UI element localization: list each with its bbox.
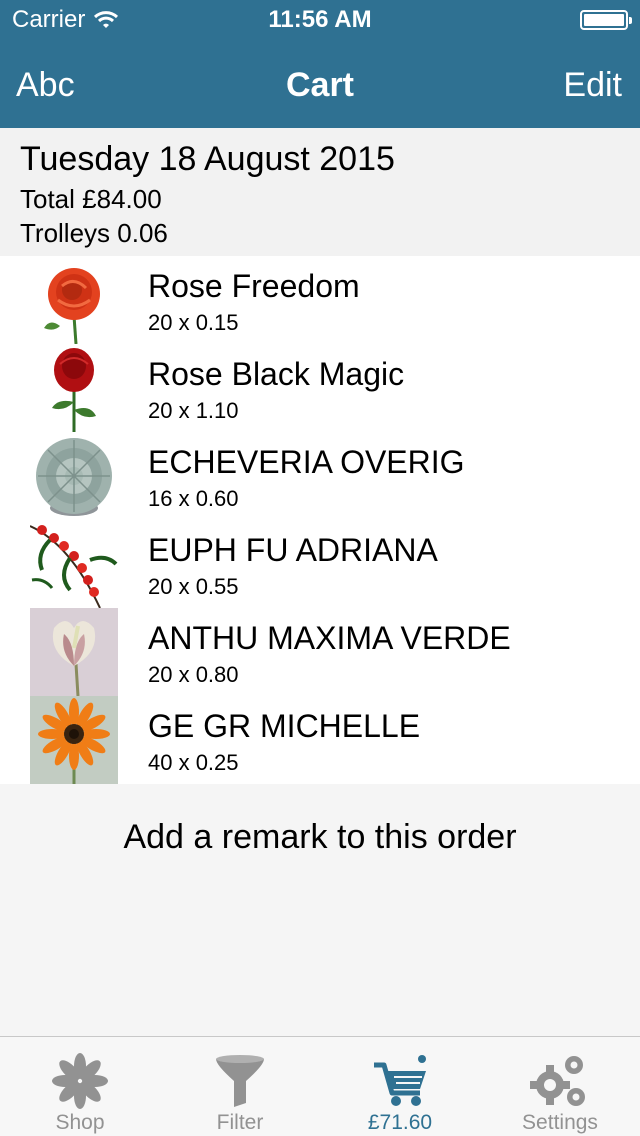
item-name: EUPH FU ADRIANA xyxy=(148,532,438,568)
battery-icon xyxy=(580,10,632,30)
cart-list: Rose Freedom 20 x 0.15 Rose Black Magic … xyxy=(0,256,640,784)
product-image xyxy=(30,256,118,344)
item-name: Rose Freedom xyxy=(148,268,360,304)
gears-icon xyxy=(530,1056,585,1106)
item-quantity: 20 x 0.15 xyxy=(148,310,239,335)
item-name: GE GR MICHELLE xyxy=(148,708,421,744)
tab-label: Shop xyxy=(55,1111,105,1134)
remark-section: Add a remark to this order xyxy=(0,784,640,1036)
item-quantity: 16 x 0.60 xyxy=(148,486,239,511)
product-image xyxy=(30,432,118,520)
top-bar: Carrier 11:56 AM Abc Cart Edit xyxy=(0,0,640,128)
flower-icon xyxy=(52,1053,108,1109)
item-name: ECHEVERIA OVERIG xyxy=(148,444,465,480)
order-trolleys: Trolleys 0.06 xyxy=(20,218,168,248)
item-name: ANTHU MAXIMA VERDE xyxy=(148,620,511,656)
funnel-icon xyxy=(216,1055,264,1107)
status-time: 11:56 AM xyxy=(268,6,372,33)
tab-settings[interactable]: Settings xyxy=(480,1037,640,1136)
order-date: Tuesday 18 August 2015 xyxy=(20,140,395,178)
item-quantity: 40 x 0.25 xyxy=(148,750,239,775)
cart-item[interactable]: ECHEVERIA OVERIG 16 x 0.60 xyxy=(0,432,640,520)
cart-item[interactable]: GE GR MICHELLE 40 x 0.25 xyxy=(0,696,640,784)
navigation-bar: Abc Cart Edit xyxy=(0,40,640,128)
order-total: Total £84.00 xyxy=(20,184,162,214)
tab-bar: Shop Filter £71.60 Settings xyxy=(0,1036,640,1136)
product-image xyxy=(30,520,118,608)
cart-item[interactable]: EUPH FU ADRIANA 20 x 0.55 xyxy=(0,520,640,608)
product-image xyxy=(30,608,118,696)
tab-label: £71.60 xyxy=(367,1111,433,1134)
add-remark-button[interactable]: Add a remark to this order xyxy=(0,818,640,857)
product-image xyxy=(30,344,118,432)
tab-filter[interactable]: Filter xyxy=(160,1037,320,1136)
item-name: Rose Black Magic xyxy=(148,356,405,392)
tab-label: Settings xyxy=(522,1111,598,1134)
tab-cart[interactable]: £71.60 xyxy=(320,1037,480,1136)
item-quantity: 20 x 1.10 xyxy=(148,398,239,423)
cart-item[interactable]: Rose Black Magic 20 x 1.10 xyxy=(0,344,640,432)
cart-icon xyxy=(374,1055,426,1106)
item-quantity: 20 x 0.55 xyxy=(148,574,239,599)
cart-item[interactable]: Rose Freedom 20 x 0.15 xyxy=(0,256,640,344)
product-image xyxy=(30,696,118,784)
page-title: Cart xyxy=(285,66,355,104)
order-summary: Tuesday 18 August 2015 Total £84.00 Trol… xyxy=(0,128,640,256)
edit-button[interactable]: Edit xyxy=(563,66,622,105)
cart-item[interactable]: ANTHU MAXIMA VERDE 20 x 0.80 xyxy=(0,608,640,696)
tab-label: Filter xyxy=(216,1111,264,1134)
item-quantity: 20 x 0.80 xyxy=(148,662,239,687)
status-bar: Carrier 11:56 AM xyxy=(0,0,640,40)
tab-shop[interactable]: Shop xyxy=(0,1037,160,1136)
